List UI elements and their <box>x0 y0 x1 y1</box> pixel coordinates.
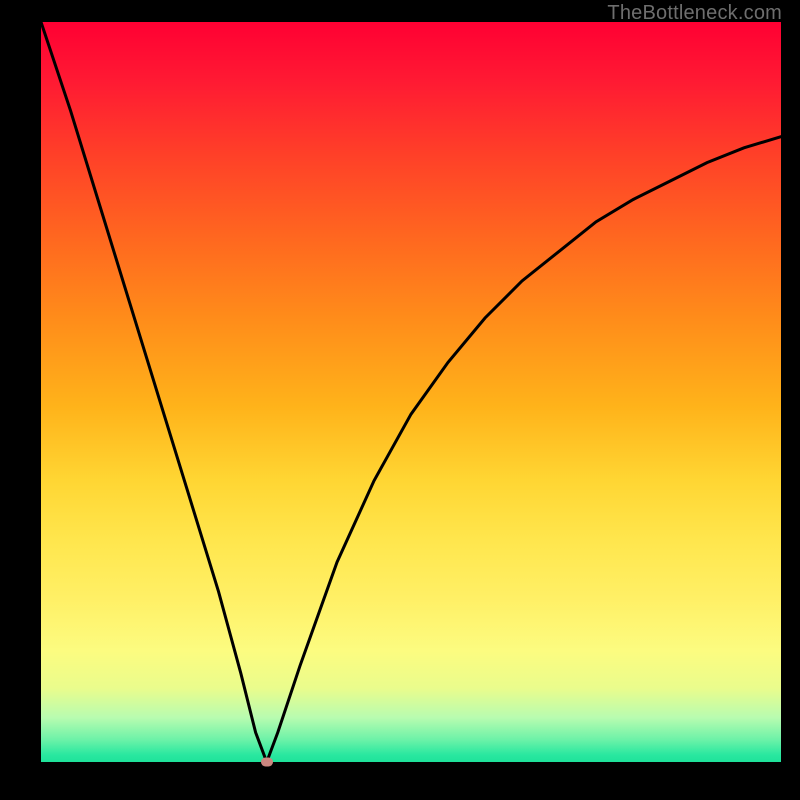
minimum-marker <box>261 758 273 767</box>
plot-area <box>41 22 781 762</box>
curve-svg <box>41 22 781 762</box>
chart-frame: TheBottleneck.com <box>0 0 800 800</box>
bottleneck-curve <box>41 22 781 762</box>
